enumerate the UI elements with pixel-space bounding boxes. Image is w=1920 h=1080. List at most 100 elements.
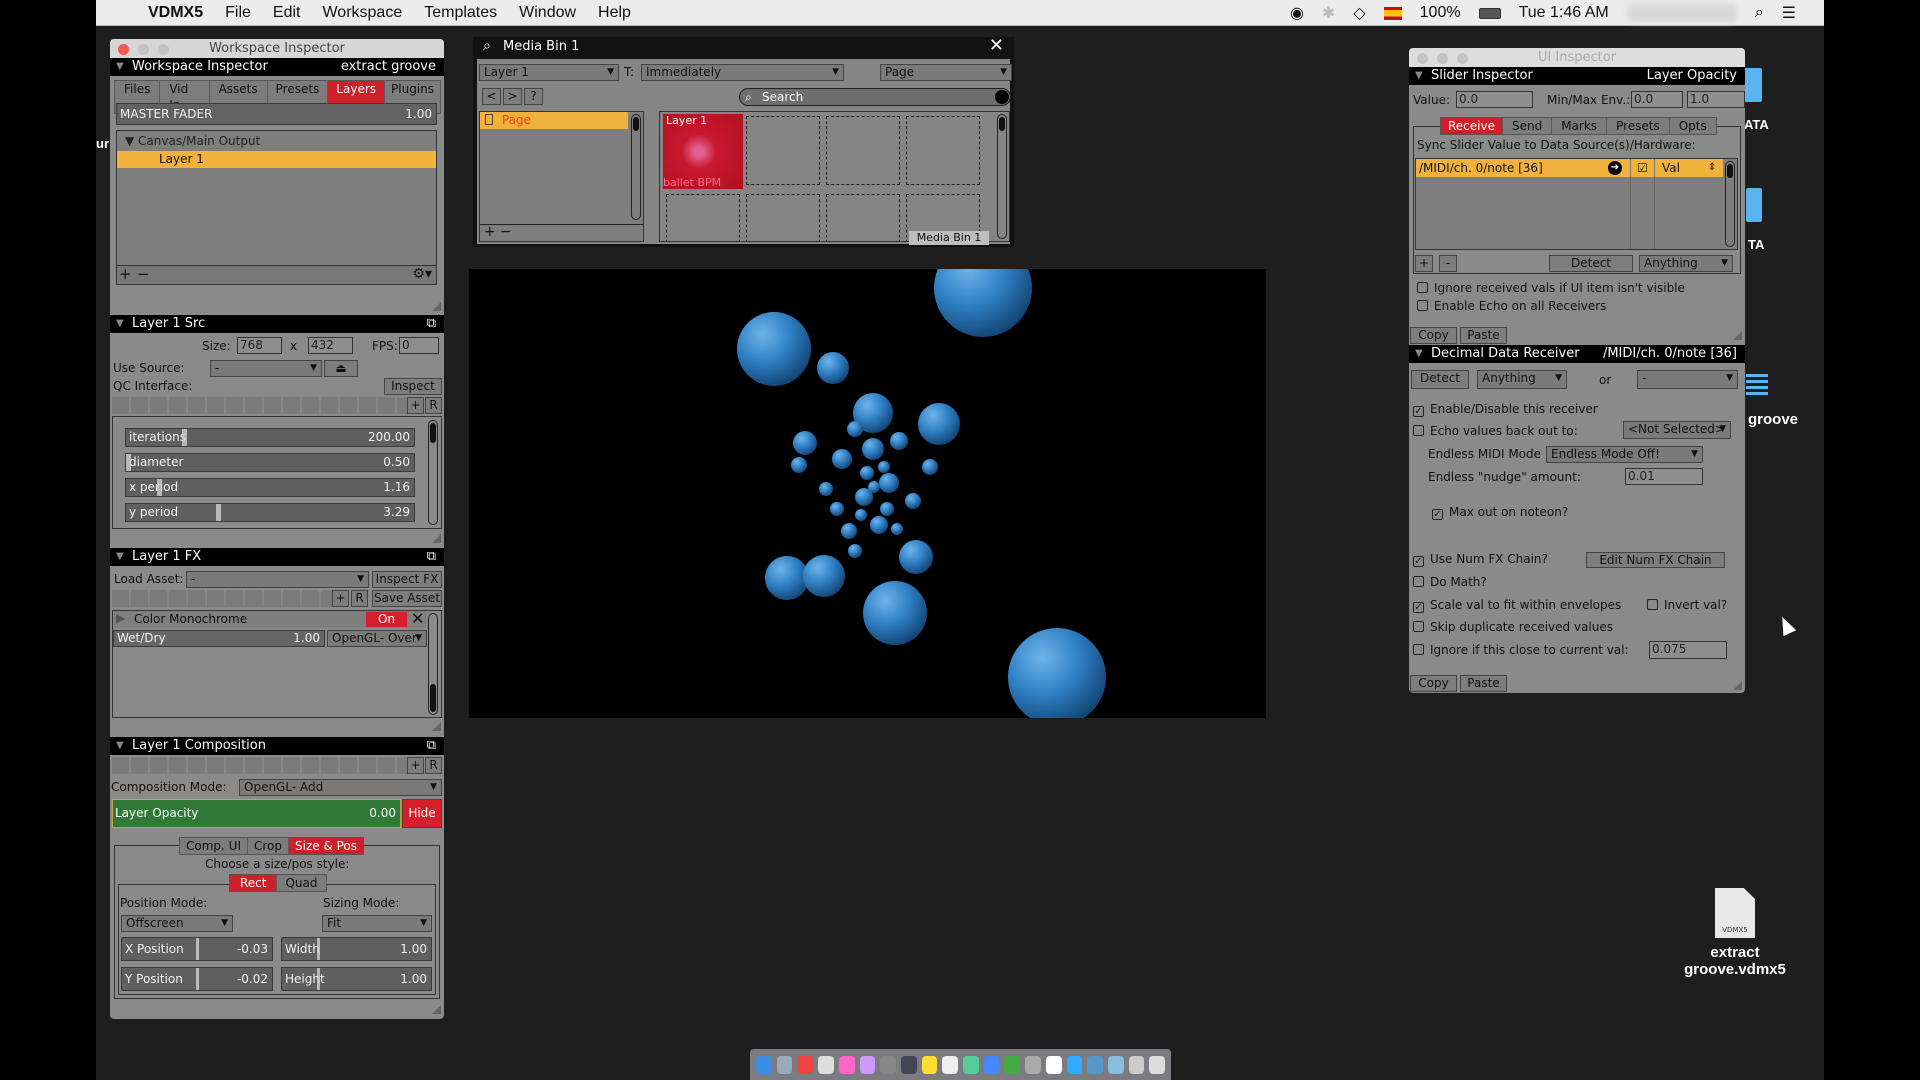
dock-app-icon[interactable] bbox=[921, 1055, 938, 1074]
tab-size-pos[interactable]: Size & Pos bbox=[289, 838, 364, 854]
dock-app-icon[interactable] bbox=[756, 1055, 772, 1074]
param-slider-y-period[interactable]: y period 3.29 bbox=[125, 503, 415, 522]
detach-icon[interactable]: ⧉ bbox=[427, 548, 436, 566]
sizing-mode-dropdown[interactable]: Fit bbox=[322, 915, 432, 932]
skip-checkbox[interactable]: Skip duplicate received values bbox=[1413, 620, 1613, 634]
zoom-button[interactable] bbox=[158, 44, 169, 55]
notification-center-icon[interactable]: ☰ bbox=[1782, 3, 1796, 23]
param-slider-iterations[interactable]: iterations 200.00 bbox=[125, 428, 415, 447]
input-flag-icon[interactable] bbox=[1383, 6, 1402, 20]
invert-checkbox[interactable]: Invert val? bbox=[1647, 598, 1727, 612]
resize-handle-icon[interactable] bbox=[1733, 681, 1742, 690]
maxout-checkbox[interactable]: ✓ Max out on noteon? bbox=[1432, 505, 1568, 520]
empty-clip-slot[interactable] bbox=[666, 194, 740, 241]
receiver-mode-select[interactable]: Val bbox=[1662, 159, 1680, 177]
tab-opts[interactable]: Opts bbox=[1670, 118, 1716, 134]
remove-receiver-button[interactable]: - bbox=[1439, 255, 1457, 272]
tab-marks[interactable]: Marks bbox=[1552, 118, 1608, 134]
media-bin-tab[interactable]: Media Bin 1 bbox=[909, 231, 989, 245]
menu-file[interactable]: File bbox=[225, 4, 251, 22]
battery-percent[interactable]: 100% bbox=[1420, 4, 1461, 22]
scrollbar[interactable] bbox=[428, 420, 438, 525]
empty-clip-slot[interactable] bbox=[746, 194, 820, 241]
max-field[interactable]: 1.0 bbox=[1687, 91, 1745, 108]
remove-page-button[interactable]: − bbox=[500, 224, 512, 240]
add-fx-preset-button[interactable]: + bbox=[332, 590, 349, 607]
scrollbar[interactable] bbox=[1725, 161, 1735, 247]
stepper-icon[interactable]: ⇕ bbox=[1708, 159, 1716, 177]
add-receiver-button[interactable]: + bbox=[1415, 255, 1433, 272]
dock-app-icon[interactable] bbox=[1107, 1055, 1124, 1074]
dock-app-icon[interactable] bbox=[797, 1055, 814, 1074]
gear-icon[interactable]: ⚙▾ bbox=[412, 266, 432, 283]
fx-preset-tiles[interactable] bbox=[112, 590, 332, 607]
copy-button[interactable]: Copy bbox=[1410, 675, 1457, 692]
dock-app-icon[interactable] bbox=[900, 1055, 917, 1074]
detach-icon[interactable]: ⧉ bbox=[427, 737, 436, 755]
help-button[interactable]: ? bbox=[524, 88, 543, 105]
bluetooth-icon[interactable]: ✱ bbox=[1322, 3, 1335, 23]
empty-clip-slot[interactable] bbox=[906, 116, 980, 185]
math-checkbox[interactable]: Do Math? bbox=[1413, 575, 1487, 589]
menu-window[interactable]: Window bbox=[519, 4, 576, 22]
slider-handle[interactable] bbox=[216, 504, 221, 521]
dock-app-icon[interactable] bbox=[818, 1055, 834, 1074]
numfx-checkbox[interactable]: ✓ Use Num FX Chain? bbox=[1413, 552, 1548, 567]
comp-preset-tiles[interactable] bbox=[112, 757, 407, 774]
menu-help[interactable]: Help bbox=[598, 4, 631, 22]
scrollbar[interactable] bbox=[428, 613, 438, 715]
add-page-button[interactable]: + bbox=[484, 224, 496, 240]
load-asset-dropdown[interactable]: - bbox=[186, 571, 369, 588]
empty-clip-slot[interactable] bbox=[826, 116, 900, 185]
tab-receive[interactable]: Receive bbox=[1441, 118, 1503, 134]
menu-app[interactable]: VDMX5 bbox=[148, 4, 203, 22]
save-asset-button[interactable]: Save Asset bbox=[372, 590, 442, 607]
fps-field[interactable]: 0 bbox=[399, 337, 439, 354]
tree-group-canvas[interactable]: ▼ Canvas/Main Output bbox=[125, 134, 260, 148]
add-layer-button[interactable]: + bbox=[119, 266, 132, 283]
position-mode-dropdown[interactable]: Offscreen bbox=[121, 915, 233, 932]
dock-app-icon[interactable] bbox=[983, 1055, 1000, 1074]
master-fader-slider[interactable]: MASTER FADER 1.00 bbox=[116, 103, 437, 125]
dock-app-icon[interactable] bbox=[859, 1055, 876, 1074]
trigger-dropdown[interactable]: Immediately bbox=[641, 64, 844, 81]
dock-app-icon[interactable] bbox=[838, 1055, 855, 1074]
receiver-row[interactable]: /MIDI/ch. 0/note [36] ➔ ☑ Val ⇕ bbox=[1416, 159, 1723, 177]
paste-button[interactable]: Paste bbox=[1460, 327, 1507, 344]
tab-send[interactable]: Send bbox=[1503, 118, 1553, 134]
dock-app-icon[interactable] bbox=[1149, 1055, 1166, 1074]
detect-button[interactable]: Detect bbox=[1549, 255, 1633, 272]
spotlight-icon[interactable]: ⌕ bbox=[1755, 4, 1764, 22]
desktop-file-extract-groove[interactable]: VDMX5 extract groove.vdmx5 bbox=[1655, 888, 1815, 988]
height-field[interactable]: 432 bbox=[308, 337, 353, 354]
clip-thumbnail[interactable]: Layer 1 ballet BPM bbox=[663, 114, 743, 189]
menu-templates[interactable]: Templates bbox=[424, 4, 497, 22]
param-slider-x-period[interactable]: x period 1.16 bbox=[125, 478, 415, 497]
scrollbar[interactable] bbox=[631, 114, 641, 220]
reset-button[interactable]: R bbox=[425, 397, 442, 414]
close-button[interactable] bbox=[1417, 53, 1428, 64]
fx-on-toggle[interactable]: On bbox=[366, 612, 407, 627]
hide-button[interactable]: Hide bbox=[402, 799, 442, 828]
slider-handle[interactable] bbox=[157, 479, 162, 496]
reset-comp-button[interactable]: R bbox=[425, 757, 442, 774]
ignore-invisible-checkbox[interactable]: Ignore received vals if UI item isn't vi… bbox=[1417, 281, 1685, 295]
resize-handle-icon[interactable] bbox=[1733, 331, 1742, 340]
slider-handle[interactable] bbox=[182, 429, 187, 446]
x-position-slider[interactable]: X Position -0.03 bbox=[121, 937, 273, 961]
preset-tiles[interactable] bbox=[112, 397, 407, 414]
enable-checkbox[interactable]: ✓ Enable/Disable this receiver bbox=[1413, 402, 1598, 417]
page-item[interactable]: Page bbox=[480, 112, 628, 129]
record-icon[interactable]: ◉ bbox=[1290, 3, 1304, 23]
dock-app-icon[interactable] bbox=[776, 1055, 793, 1074]
add-preset-button[interactable]: + bbox=[407, 397, 424, 414]
detach-icon[interactable]: ⧉ bbox=[427, 315, 436, 333]
dock-app-icon[interactable] bbox=[963, 1055, 979, 1074]
wet-dry-slider[interactable]: Wet/Dry 1.00 bbox=[113, 630, 325, 647]
dock-app-icon[interactable] bbox=[1045, 1055, 1062, 1074]
echo-target-dropdown[interactable]: <Not Selected> bbox=[1623, 421, 1731, 439]
page-dropdown[interactable]: Page bbox=[880, 64, 1012, 81]
min-field[interactable]: 0.0 bbox=[1631, 91, 1683, 108]
fx-blend-dropdown[interactable]: OpenGL- Over bbox=[327, 630, 427, 647]
remove-layer-button[interactable]: − bbox=[137, 266, 150, 283]
